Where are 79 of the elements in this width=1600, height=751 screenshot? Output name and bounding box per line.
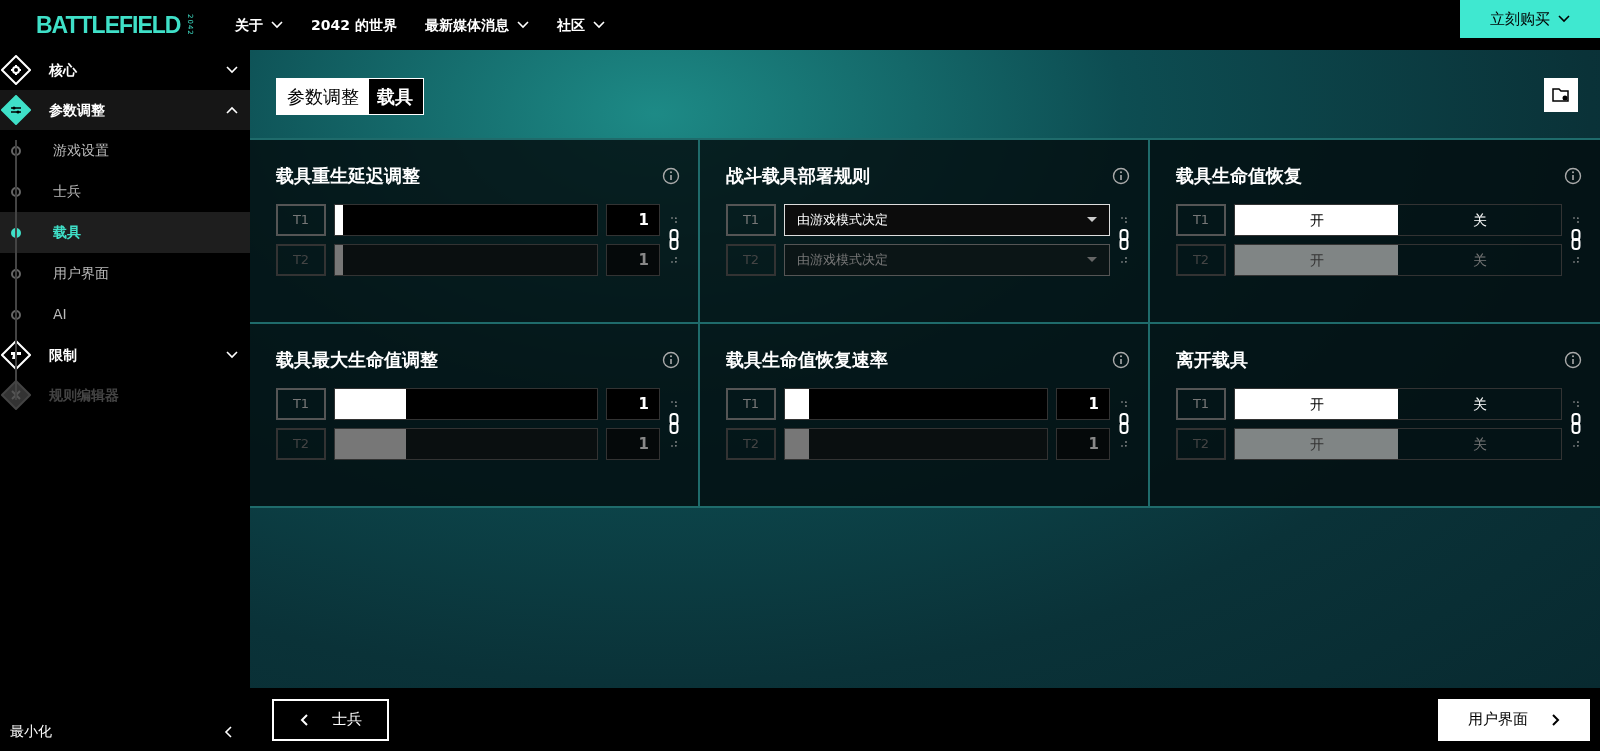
next-button[interactable]: 用户界面 xyxy=(1438,698,1590,741)
breadcrumb-item: 载具 xyxy=(369,79,423,114)
toggle-option: 开 xyxy=(1235,429,1398,459)
buy-button[interactable]: 立刻购买 xyxy=(1460,0,1600,38)
team-label: T1 xyxy=(276,204,326,236)
toggle-option[interactable]: 关 xyxy=(1398,205,1561,235)
value-field[interactable]: 1 xyxy=(606,204,660,236)
team-label: T1 xyxy=(276,388,326,420)
chevron-down-icon xyxy=(592,21,605,29)
info-icon xyxy=(1112,166,1130,185)
chevron-right-icon xyxy=(1552,713,1560,726)
team-label: T2 xyxy=(276,244,326,276)
team-label: T2 xyxy=(726,428,776,460)
nav-link[interactable]: 关于 xyxy=(234,14,283,36)
toggle-option: 关 xyxy=(1398,429,1561,459)
sliders-icon xyxy=(1,95,31,125)
slider-track[interactable] xyxy=(334,388,598,420)
info-icon xyxy=(662,350,680,369)
sidebar-subitem[interactable]: AI xyxy=(0,294,250,335)
team-label: T1 xyxy=(1176,204,1226,236)
team-label: T2 xyxy=(276,428,326,460)
team-label: T2 xyxy=(1176,244,1226,276)
team-label: T2 xyxy=(726,244,776,276)
team-label: T1 xyxy=(726,204,776,236)
slider-track[interactable] xyxy=(334,204,598,236)
chevron-left-icon xyxy=(299,713,308,726)
sidebar-subitem[interactable]: 载具 xyxy=(0,212,250,253)
setting-card: 载具最大生命值调整 T1 1 T2 1 xyxy=(250,324,700,508)
slider-fill[interactable] xyxy=(335,205,343,235)
folder-settings-button[interactable] xyxy=(1544,78,1578,112)
sidebar-item[interactable]: 参数调整 xyxy=(0,90,250,130)
setting-card: 离开载具 T1 开 关 T2 开 关 xyxy=(1150,324,1600,508)
nav-link[interactable]: 2042 的世界 xyxy=(310,14,397,36)
logo[interactable]: BATTLEFIELD xyxy=(36,7,181,43)
sidebar-item[interactable]: 核心 xyxy=(0,50,250,90)
chevron-down-icon xyxy=(226,351,238,359)
sidebar-subitem[interactable]: 士兵 xyxy=(0,171,250,212)
toggle-option: 开 xyxy=(1235,245,1398,275)
chevron-down-icon xyxy=(516,21,529,29)
value-field[interactable]: 1 xyxy=(1056,388,1110,420)
minimize-label: 最小化 xyxy=(10,721,52,741)
team-label: T1 xyxy=(1176,388,1226,420)
info-icon xyxy=(1564,166,1582,185)
nav-link[interactable]: 社区 xyxy=(556,14,605,36)
caret-down-icon xyxy=(1087,257,1097,263)
value-field[interactable]: 1 xyxy=(606,388,660,420)
chevron-left-icon xyxy=(224,725,232,738)
value-field: 1 xyxy=(606,244,660,276)
info-icon xyxy=(1564,350,1582,369)
caret-down-icon xyxy=(1087,217,1097,223)
slider-track[interactable] xyxy=(784,388,1048,420)
sidebar-item[interactable]: 限制 xyxy=(0,335,250,375)
setting-card: 载具重生延迟调整 T1 1 T2 1 xyxy=(250,140,700,324)
toggle-option[interactable]: 开 xyxy=(1235,389,1398,419)
sidebar-subitem[interactable]: 用户界面 xyxy=(0,253,250,294)
chevron-up-icon xyxy=(226,106,238,114)
setting-card: 战斗载具部署规则 T1 由游戏模式决定 T2 由游戏模式决定 xyxy=(700,140,1150,324)
setting-card: 载具生命值恢复 T1 开 关 T2 开 关 xyxy=(1150,140,1600,324)
toggle-option[interactable]: 关 xyxy=(1398,389,1561,419)
team-label: T1 xyxy=(726,388,776,420)
dropdown[interactable]: 由游戏模式决定 xyxy=(784,204,1110,236)
nav-link[interactable]: 最新媒体消息 xyxy=(424,14,529,36)
chevron-down-icon xyxy=(270,21,283,29)
slider-fill[interactable] xyxy=(785,389,809,419)
chevron-down-icon xyxy=(1558,15,1570,23)
setting-card: 载具生命值恢复速率 T1 1 T2 1 xyxy=(700,324,1150,508)
folder-gear-icon xyxy=(1552,87,1570,103)
value-field: 1 xyxy=(606,428,660,460)
toggle-option[interactable]: 开 xyxy=(1235,205,1398,235)
sidebar-subitem[interactable]: 游戏设置 xyxy=(0,130,250,171)
value-field: 1 xyxy=(1056,428,1110,460)
breadcrumb-item[interactable]: 参数调整 xyxy=(277,79,369,114)
slider-fill[interactable] xyxy=(335,389,406,419)
info-icon xyxy=(662,166,680,185)
chevron-down-icon xyxy=(226,66,238,74)
back-button[interactable]: 士兵 xyxy=(272,698,389,741)
toggle-option: 关 xyxy=(1398,245,1561,275)
team-label: T2 xyxy=(1176,428,1226,460)
info-icon xyxy=(1112,350,1130,369)
